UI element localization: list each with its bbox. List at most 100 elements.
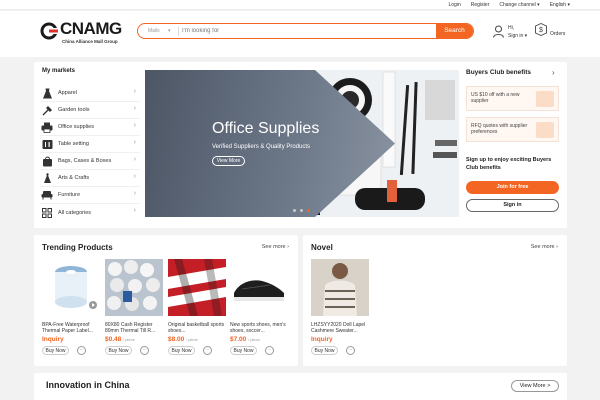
carousel-dot-active[interactable] [307,209,310,212]
top-bar: Login Register Change channel ▾ English … [0,0,600,10]
chevron-right-icon: › [133,122,136,129]
benefit-card[interactable]: RFQ quotes with supplier preferences [466,117,559,142]
chevron-right-icon: › [556,244,558,250]
quote-icon [536,122,554,138]
logo-text: CNAMG [60,19,122,38]
search-input[interactable] [182,25,432,37]
product-card[interactable]: LHZSYY2020 Doll Lapel Cashmere Sweater..… [311,259,369,355]
bag-icon [41,155,53,167]
benefit-text: RFQ quotes with supplier preferences [471,123,528,135]
market-item-garden-tools[interactable]: Garden tools › [40,102,140,119]
buyers-club-text: Sign up to enjoy exciting Buyers Club be… [466,157,552,171]
market-item-bags[interactable]: Bags, Cases & Boxes › [40,153,140,170]
see-more-label: See more [530,244,555,250]
benefit-card[interactable]: US $10 off with a new supplier [466,86,559,111]
product-price-value: $0.48 [105,336,122,343]
sign-in-button[interactable]: Sign in [466,199,559,212]
buyers-club-title[interactable]: Buyers Club benefits [466,69,531,76]
market-item-table-setting[interactable]: Table setting › [40,136,140,153]
product-price-value: $7.00 [230,336,247,343]
product-image [168,259,226,316]
product-image [42,259,100,316]
buy-now-button[interactable]: Buy Now [42,346,69,355]
product-price: $8.00 / piece [168,336,226,343]
market-item-arts-crafts[interactable]: Arts & Crafts › [40,170,140,187]
printer-icon [41,121,53,133]
logo-subtitle: China Alliance Mall Group [62,39,118,44]
market-label: Apparel [58,90,77,96]
dress-icon [41,87,53,99]
product-card[interactable]: Original basketball sports shoes... $8.0… [168,259,226,355]
login-link[interactable]: Login [449,2,461,8]
register-link[interactable]: Register [471,2,490,8]
trending-products-section: Trending Products See more › BPA-Free Wa… [34,235,298,366]
hero-banner[interactable]: Office Supplies Verified Suppliers & Qua… [145,70,459,217]
chevron-right-icon[interactable]: › [552,68,555,77]
section-title: Trending Products [42,243,113,252]
chat-icon[interactable]: ··· [140,346,149,355]
sign-in-dropdown[interactable]: Sign in ▾ [508,33,527,39]
markets-panel: My markets Apparel › Garden tools › Offi… [34,62,567,228]
price-unit: / piece [186,337,198,342]
product-card[interactable]: New sports shoes, men's shoes, soccer...… [230,259,288,355]
product-name[interactable]: LHZSYY2020 Doll Lapel Cashmere Sweater..… [311,322,369,334]
product-name[interactable]: New sports shoes, men's shoes, soccer... [230,322,288,334]
market-label: Arts & Crafts [58,175,90,181]
product-name[interactable]: Original basketball sports shoes... [168,322,226,334]
chevron-right-icon: › [133,88,136,95]
join-for-free-button[interactable]: Join for free [466,181,559,194]
carousel-dots [293,209,310,212]
product-price-value: Inquiry [311,336,333,343]
buy-now-button[interactable]: Buy Now [311,346,338,355]
market-label: Garden tools [58,107,90,113]
orders-icon: $ [535,23,547,36]
chevron-right-icon: › [133,105,136,112]
change-channel-link[interactable]: Change channel ▾ [499,2,539,8]
search-category-select[interactable]: Mails [148,28,160,34]
orders-label: Orders [550,31,566,37]
garden-tools-icon [41,104,53,116]
product-price: $0.48 / piece [105,336,163,343]
cutlery-icon [41,138,53,150]
chevron-right-icon: › [133,139,136,146]
chevron-down-icon: ▾ [168,28,171,34]
view-more-button[interactable]: View More > [511,380,559,392]
chat-icon[interactable]: ··· [346,346,355,355]
chevron-right-icon: › [133,190,136,197]
product-card[interactable]: 80X80 Cash Register 80mm Thermal Till R.… [105,259,163,355]
divider [178,27,179,36]
product-card[interactable]: BPA-Free Waterproof Thermal Paper Label.… [42,259,100,355]
carousel-dot[interactable] [293,209,296,212]
chat-icon[interactable]: ··· [265,346,274,355]
logo[interactable]: CNAMG China Alliance Mall Group [40,19,122,49]
search-bar: Mails ▾ Search [137,23,474,39]
coupon-icon [536,91,554,107]
market-label: Bags, Cases & Boxes [58,158,112,164]
carousel-dot[interactable] [300,209,303,212]
product-image [311,259,369,316]
market-item-apparel[interactable]: Apparel › [40,85,140,102]
market-item-furniture[interactable]: Furniture › [40,187,140,204]
language-link[interactable]: English ▾ [550,2,570,8]
palette-icon [41,172,53,184]
product-name[interactable]: BPA-Free Waterproof Thermal Paper Label.… [42,322,100,334]
see-more-link[interactable]: See more › [262,244,289,250]
buy-now-button[interactable]: Buy Now [168,346,195,355]
orders-link[interactable]: $ Orders [535,23,565,41]
product-name[interactable]: 80X80 Cash Register 80mm Thermal Till R.… [105,322,163,334]
buy-now-button[interactable]: Buy Now [230,346,257,355]
account-menu[interactable]: Hi, Sign in ▾ [493,23,533,43]
see-more-link[interactable]: See more › [531,244,558,250]
chevron-right-icon: › [133,173,136,180]
chat-icon[interactable]: ··· [203,346,212,355]
market-item-all-categories[interactable]: All categories › [40,204,140,221]
section-title: Novel [311,243,333,252]
search-button[interactable]: Search [436,24,473,38]
markets-title: My markets [42,68,76,74]
market-item-office-supplies[interactable]: Office supplies › [40,119,140,136]
buy-now-button[interactable]: Buy Now [105,346,132,355]
banner-view-more-button[interactable]: View More [212,156,245,166]
chat-icon[interactable]: ··· [77,346,86,355]
product-image [230,259,288,316]
user-icon [493,25,504,38]
